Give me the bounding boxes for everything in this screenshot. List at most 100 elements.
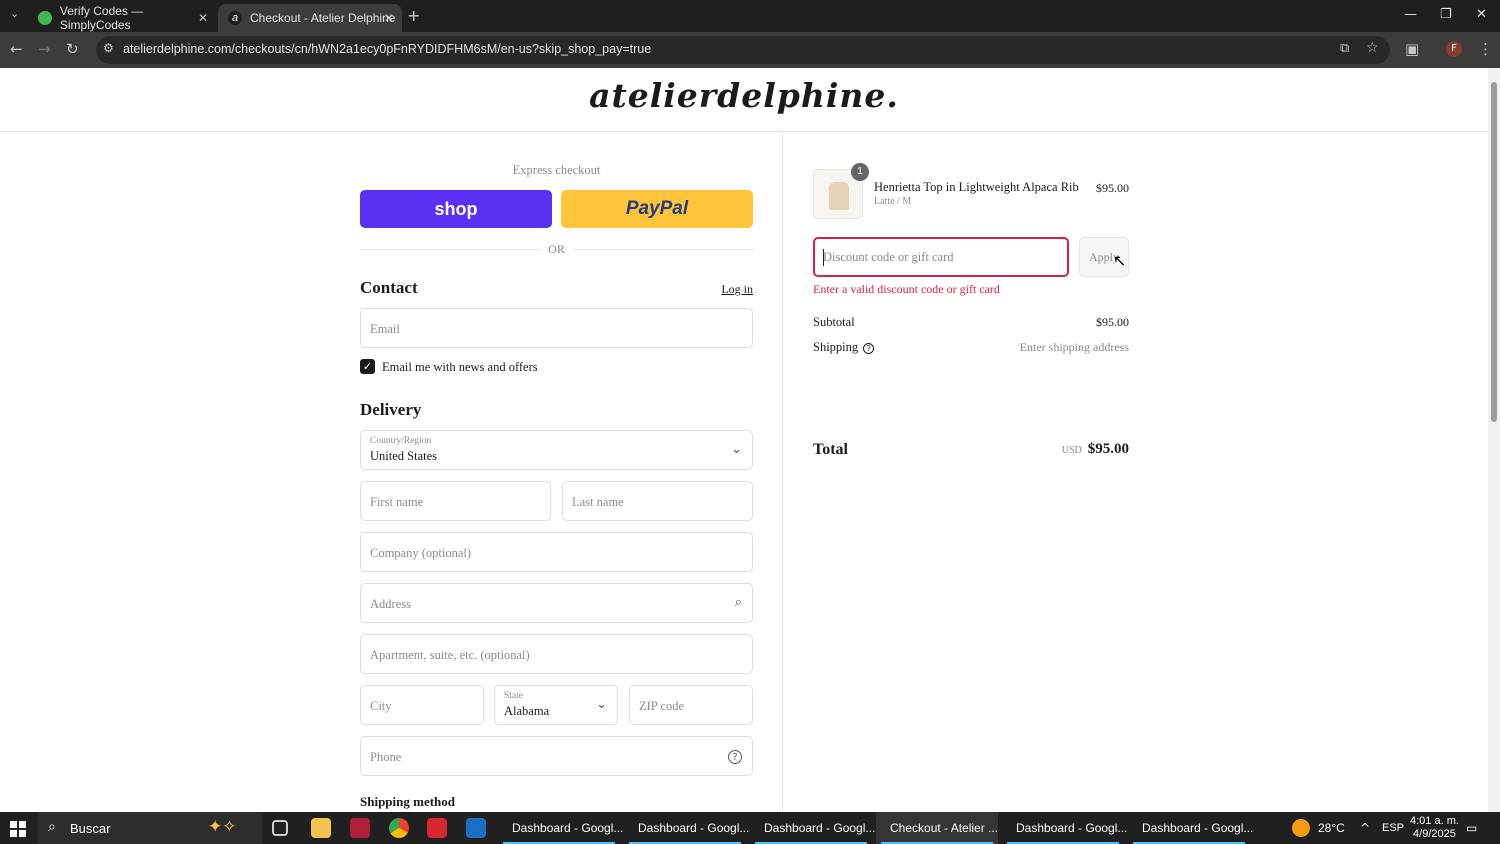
site-info-icon[interactable]: ⚙ (103, 41, 114, 55)
tray-chevron-icon[interactable]: ^ (1360, 812, 1370, 844)
address-placeholder: Address (370, 597, 411, 611)
express-checkout-label: Express checkout (512, 163, 601, 177)
chevron-down-icon: ⌄ (731, 442, 742, 457)
url-text: atelierdelphine.com/checkouts/cn/hWN2a1e… (123, 42, 652, 56)
state-label: State (504, 691, 523, 701)
taskbar-search[interactable]: ⌕ Buscar ✦✧ (38, 812, 262, 844)
close-tab-icon[interactable]: ✕ (198, 11, 208, 25)
total-amount: USD $95.00 (1062, 441, 1129, 458)
task-view-icon[interactable] (272, 820, 288, 836)
extensions-icon[interactable]: ▣ (1405, 40, 1419, 58)
country-select[interactable]: Country/Region United States ⌄ (360, 430, 753, 470)
weather-temp: 28°C (1318, 821, 1345, 835)
translate-icon[interactable]: ⧉ (1340, 41, 1349, 56)
simplycodes-icon (38, 11, 52, 25)
restore-icon[interactable]: ❐ (1440, 7, 1452, 22)
wps-icon[interactable] (427, 818, 447, 838)
clock-time: 4:01 a. m. (1410, 815, 1459, 827)
or-divider: OR (360, 240, 753, 258)
scrollbar-thumb[interactable] (1491, 82, 1497, 422)
apartment-field[interactable]: Apartment, suite, etc. (optional) (360, 634, 753, 674)
bookmark-star-icon[interactable]: ☆ (1366, 40, 1379, 56)
site-header: atelierdelphine. (0, 68, 1488, 132)
address-field[interactable]: Address ⌕ (360, 583, 753, 623)
first-name-field[interactable]: First name (360, 481, 551, 521)
browser-tab-strip: ⌄ Verify Codes — SimplyCodes ✕ a Checkou… (0, 0, 1500, 32)
notifications-icon[interactable]: ▭ (1466, 812, 1477, 844)
clock[interactable]: 4:01 a. m. 4/9/2025 (1410, 812, 1459, 844)
paypal-button[interactable]: PayPal (561, 190, 753, 228)
shop-pay-button[interactable]: shop (360, 190, 552, 228)
search-icon: ⌕ (48, 819, 56, 835)
total-currency: USD (1061, 445, 1082, 456)
city-placeholder: City (370, 699, 392, 713)
email-placeholder: Email (370, 322, 400, 336)
zip-field[interactable]: ZIP code (629, 685, 753, 725)
newsletter-checkbox[interactable]: ✓ (360, 359, 375, 374)
company-field[interactable]: Company (optional) (360, 532, 753, 572)
profile-avatar[interactable]: F (1446, 41, 1462, 57)
tab-simplycodes[interactable]: Verify Codes — SimplyCodes ✕ (28, 4, 216, 32)
product-name: Henrietta Top in Lightweight Alpaca Rib (874, 180, 1079, 194)
help-icon[interactable]: ? (863, 342, 875, 354)
state-select[interactable]: State Alabama ⌄ (494, 685, 618, 725)
mouse-pointer-icon: ↖ (1113, 251, 1127, 270)
taskbar-app-dashboard[interactable]: Dashboard - Googl... (750, 812, 875, 844)
discount-error: Enter a valid discount code or gift card (813, 282, 1000, 296)
last-name-field[interactable]: Last name (562, 481, 753, 521)
first-name-placeholder: First name (370, 495, 424, 509)
taskbar-app-dashboard[interactable]: Dashboard - Googl... (1002, 812, 1127, 844)
close-window-icon[interactable]: ✕ (1476, 7, 1487, 22)
total-value: $95.00 (1087, 441, 1129, 457)
or-text: OR (548, 242, 565, 256)
site-logo[interactable]: atelierdelphine. (0, 76, 1488, 115)
city-field[interactable]: City (360, 685, 484, 725)
windows-taskbar: ⌕ Buscar ✦✧ Dashboard - Googl... Dashboa… (0, 812, 1500, 844)
weather-icon (1292, 819, 1310, 837)
new-tab-icon[interactable]: + (407, 6, 420, 25)
forward-icon[interactable]: → (38, 40, 51, 58)
taskbar-app-checkout[interactable]: Checkout - Atelier ... (876, 812, 998, 844)
chevron-down-icon: ⌄ (596, 697, 607, 712)
contact-heading: Contact (360, 278, 418, 297)
menu-icon[interactable]: ⋮ (1478, 40, 1493, 58)
file-explorer-icon[interactable] (311, 818, 331, 838)
total-label: Total (813, 441, 848, 458)
checkout-page: atelierdelphine. Express checkout shop P… (0, 68, 1488, 812)
windows-start-icon[interactable] (10, 821, 26, 837)
last-name-placeholder: Last name (572, 495, 624, 509)
taskbar-app-dashboard[interactable]: Dashboard - Googl... (624, 812, 749, 844)
phone-field[interactable]: Phone ? (360, 736, 753, 776)
taskbar-app-label: Dashboard - Googl... (512, 821, 624, 835)
country-label: Country/Region (370, 436, 432, 446)
newsletter-label[interactable]: Email me with news and offers (382, 360, 538, 375)
address-bar[interactable]: ⚙ atelierdelphine.com/checkouts/cn/hWN2a… (96, 36, 1390, 64)
language-indicator[interactable]: ESP (1382, 812, 1404, 844)
page-scrollbar[interactable] (1488, 68, 1500, 812)
search-text: Buscar (70, 821, 111, 836)
help-icon[interactable]: ? (728, 750, 742, 764)
back-icon[interactable]: ← (10, 40, 23, 58)
tab-checkout[interactable]: a Checkout - Atelier Delphine ✕ (218, 4, 402, 32)
login-link[interactable]: Log in (721, 282, 753, 297)
reload-icon[interactable]: ↻ (66, 40, 79, 58)
discount-input[interactable]: Discount code or gift card (813, 237, 1069, 277)
app-red-icon[interactable] (350, 818, 370, 838)
close-tab-icon[interactable]: ✕ (384, 11, 394, 25)
chrome-icon[interactable] (389, 818, 409, 838)
product-variant: Latte / M (874, 196, 912, 207)
weather-widget[interactable]: 28°C (1292, 812, 1345, 844)
app-x-icon[interactable] (466, 818, 486, 838)
tab-search-icon[interactable]: ⌄ (10, 7, 19, 20)
apartment-placeholder: Apartment, suite, etc. (optional) (370, 648, 530, 662)
taskbar-app-dashboard[interactable]: Dashboard - Googl... (1128, 812, 1254, 844)
tab-title: Checkout - Atelier Delphine (250, 11, 396, 25)
clock-date: 4/9/2025 (1413, 828, 1456, 840)
tab-title: Verify Codes — SimplyCodes (59, 4, 144, 32)
taskbar-app-dashboard[interactable]: Dashboard - Googl... (498, 812, 624, 844)
minimize-icon[interactable]: — (1404, 7, 1417, 22)
company-placeholder: Company (optional) (370, 546, 472, 560)
taskbar-app-label: Dashboard - Googl... (1142, 821, 1254, 835)
shipping-method-heading: Shipping method (360, 794, 456, 809)
email-field[interactable]: Email (360, 308, 753, 348)
